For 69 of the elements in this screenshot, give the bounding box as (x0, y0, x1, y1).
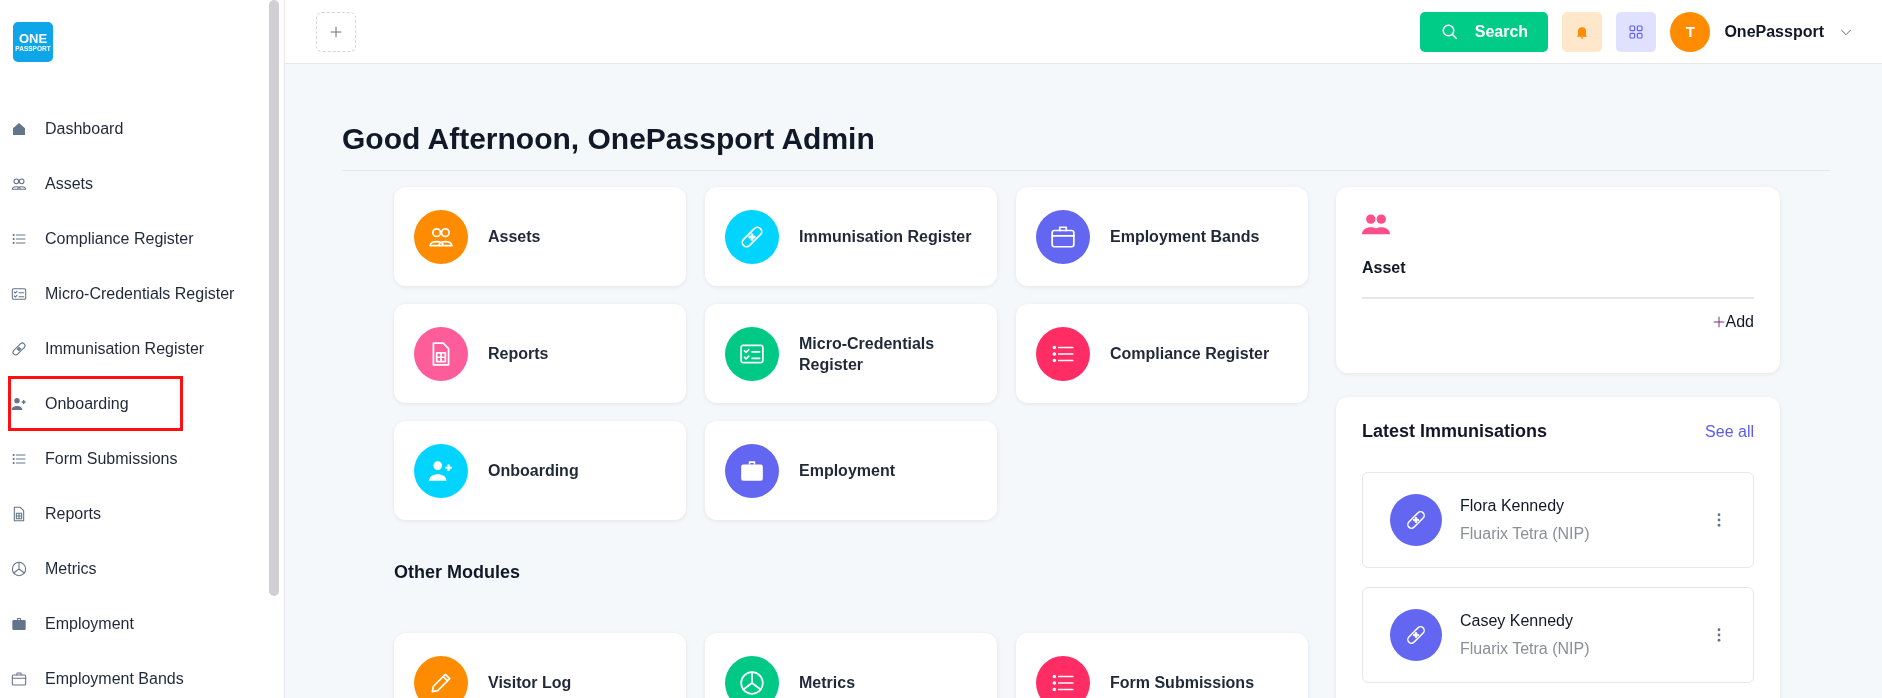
module-label: Employment (799, 461, 895, 481)
bandage-icon (1390, 609, 1442, 661)
sidebar-item[interactable]: Onboarding (8, 376, 183, 431)
plus-icon (1711, 315, 1726, 329)
module-label: Metrics (799, 673, 856, 693)
userplus-icon (11, 395, 27, 412)
briefcase-outline-icon (1050, 223, 1076, 250)
scrollbar[interactable] (269, 0, 279, 596)
module-card[interactable]: Compliance Register (1016, 304, 1308, 403)
idcard-icon (11, 285, 27, 302)
module-card[interactable]: Micro-Credentials Register (705, 304, 997, 403)
bandage-icon (739, 223, 765, 250)
sidebar-item[interactable]: Metrics (0, 541, 105, 596)
module-card[interactable]: Visitor Log (394, 633, 686, 698)
sidebar-item[interactable]: Form Submissions (0, 431, 186, 486)
more-options-icon[interactable] (1717, 513, 1721, 527)
vaccine-name: Fluarix Tetra (NIP) (1460, 525, 1591, 543)
vaccine-name: Fluarix Tetra (NIP) (1460, 640, 1591, 658)
add-button[interactable] (316, 11, 356, 52)
module-card[interactable]: Onboarding (394, 421, 686, 520)
grid-icon (1628, 23, 1645, 40)
module-label: Immunisation Register (799, 227, 972, 247)
module-card[interactable]: Form Submissions (1016, 633, 1308, 698)
section-heading: Other Modules (394, 562, 521, 583)
module-card[interactable]: Assets (394, 187, 686, 286)
sidebar-item[interactable]: Employment (0, 596, 142, 651)
sidebar-item[interactable]: Micro-Credentials Register (0, 266, 243, 321)
person-name: Casey Kennedy (1460, 612, 1574, 630)
module-label: Visitor Log (488, 673, 572, 693)
see-all-link[interactable]: See all (1705, 422, 1754, 441)
module-card[interactable]: Employment Bands (1016, 187, 1308, 286)
sidebar-item[interactable]: Reports (0, 486, 110, 541)
search-icon (1440, 22, 1459, 41)
people-icon (11, 175, 27, 192)
module-card[interactable]: Immunisation Register (705, 187, 997, 286)
apps-button[interactable] (1616, 11, 1657, 52)
card-title: Latest Immunisations (1362, 421, 1548, 442)
greeting-heading: Good Afternoon, OnePassport Admin (342, 122, 1830, 171)
sidebar-item[interactable]: Dashboard (0, 101, 132, 156)
home-icon (11, 120, 27, 137)
sidebar-item[interactable]: Employment Bands (0, 651, 192, 698)
immunisation-item[interactable]: Casey Kennedy Fluarix Tetra (NIP) (1362, 587, 1754, 683)
notifications-button[interactable] (1562, 11, 1603, 52)
module-label: Assets (488, 227, 541, 247)
briefcase-icon (11, 615, 27, 632)
pie-icon (739, 669, 765, 696)
module-label: Micro-Credentials Register (799, 333, 936, 375)
sheet-icon (11, 505, 27, 522)
immunisation-item[interactable]: Flora Kennedy Fluarix Tetra (NIP) (1362, 472, 1754, 568)
module-label: Reports (488, 344, 549, 364)
add-link[interactable]: Add (1711, 313, 1754, 331)
module-label: Compliance Register (1110, 344, 1270, 364)
person-name: Flora Kennedy (1460, 497, 1566, 515)
sidebar-item[interactable]: Immunisation Register (0, 321, 213, 376)
bandage-icon (11, 340, 27, 357)
user-name[interactable]: OnePassport (1724, 22, 1824, 41)
module-label: Onboarding (488, 461, 579, 481)
module-card[interactable]: Metrics (705, 633, 997, 698)
sidebar-item[interactable]: Assets (0, 156, 101, 211)
module-label: Employment Bands (1110, 227, 1260, 247)
pie-icon (11, 560, 27, 577)
more-options-icon[interactable] (1717, 628, 1721, 642)
card-title: Asset (1362, 259, 1407, 277)
bandage-icon (1390, 494, 1442, 546)
module-label: Form Submissions (1110, 673, 1255, 693)
module-card[interactable]: Employment (705, 421, 997, 520)
module-card[interactable]: Reports (394, 304, 686, 403)
sidebar-item[interactable]: Compliance Register (0, 211, 202, 266)
briefcase-outline-icon (11, 670, 27, 687)
